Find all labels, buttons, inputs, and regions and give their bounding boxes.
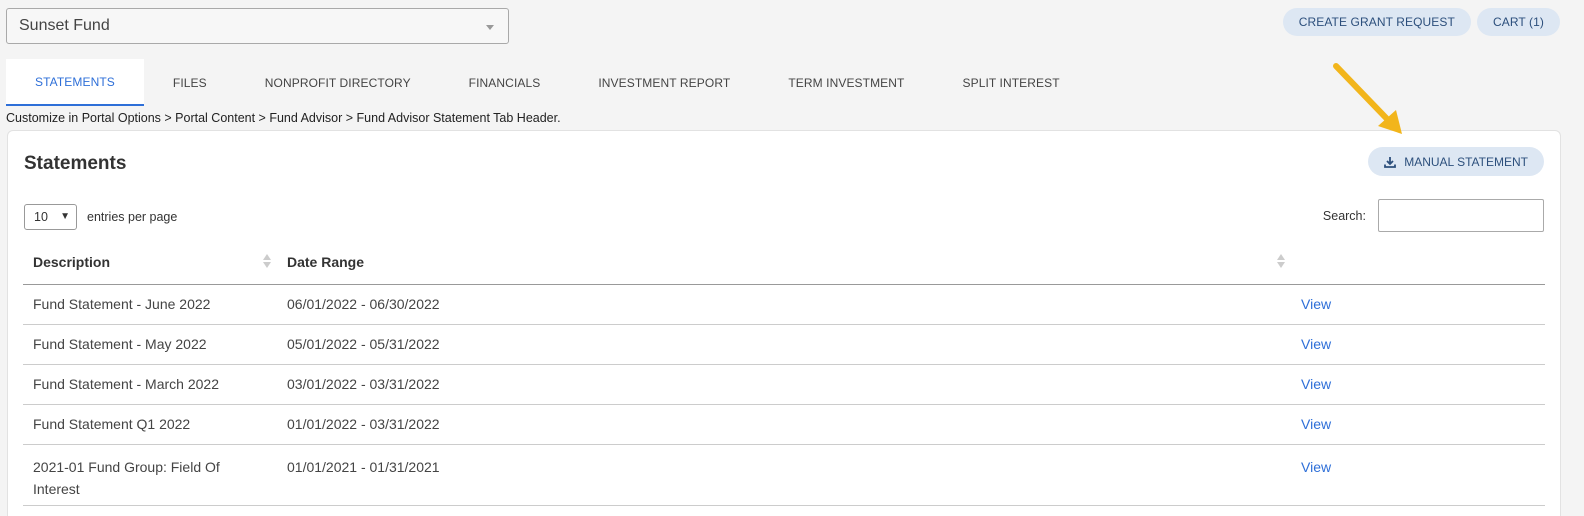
caret-down-icon — [486, 25, 494, 30]
view-link[interactable]: View — [1301, 459, 1331, 475]
table-row: Fund Statement - June 2022 06/01/2022 - … — [23, 284, 1545, 325]
annotation-arrow-icon — [1333, 63, 1402, 134]
cell-description: Fund Statement - March 2022 — [23, 364, 277, 405]
breadcrumb: Customize in Portal Options > Portal Con… — [6, 111, 561, 125]
manual-statement-label: MANUAL STATEMENT — [1404, 154, 1528, 169]
cell-description: Fund Statement - June 2022 — [23, 284, 277, 325]
page-title: Statements — [24, 153, 127, 174]
tab-statements[interactable]: STATEMENTS — [6, 59, 144, 106]
view-link[interactable]: View — [1301, 296, 1331, 312]
cell-description: Fund Statement - May 2022 — [23, 324, 277, 365]
sort-icon — [263, 254, 271, 268]
chevron-down-icon: ▼ — [60, 211, 70, 222]
fund-selector-value: Sunset Fund — [19, 17, 110, 34]
create-grant-request-button[interactable]: CREATE GRANT REQUEST — [1282, 8, 1471, 36]
view-link[interactable]: View — [1301, 336, 1331, 352]
column-header-date-range[interactable]: Date Range — [277, 240, 1291, 285]
search-area: Search: — [1323, 199, 1544, 232]
cell-date-range: 05/01/2022 - 05/31/2022 — [277, 324, 1291, 365]
statements-table: Description Date Range Fund Statement - … — [23, 240, 1545, 506]
fund-selector[interactable]: Sunset Fund — [6, 8, 509, 44]
manual-statement-button[interactable]: MANUAL STATEMENT — [1368, 147, 1544, 176]
entries-select[interactable]: 10 ▼ — [24, 204, 77, 230]
cell-date-range: 01/01/2021 - 01/31/2021 — [277, 444, 1291, 506]
table-row: Fund Statement - May 2022 05/01/2022 - 0… — [23, 324, 1545, 365]
sort-icon — [1277, 254, 1285, 268]
search-input[interactable] — [1378, 199, 1544, 232]
cell-description: 2021-01 Fund Group: Field Of Interest — [23, 444, 277, 506]
view-link[interactable]: View — [1301, 416, 1331, 432]
search-label: Search: — [1322, 208, 1366, 223]
entries-per-page: 10 ▼ entries per page — [24, 204, 177, 230]
tab-term-investment[interactable]: TERM INVESTMENT — [759, 59, 933, 106]
table-row: Fund Statement - March 2022 03/01/2022 -… — [23, 364, 1545, 405]
tab-bar: STATEMENTS FILES NONPROFIT DIRECTORY FIN… — [6, 59, 1089, 106]
tab-split-interest[interactable]: SPLIT INTEREST — [933, 59, 1088, 106]
tab-financials[interactable]: FINANCIALS — [440, 59, 570, 106]
table-row: Fund Statement Q1 2022 01/01/2022 - 03/3… — [23, 404, 1545, 445]
table-row: 2021-01 Fund Group: Field Of Interest 01… — [23, 444, 1545, 506]
cell-date-range: 01/01/2022 - 03/31/2022 — [277, 404, 1291, 445]
tab-investment-report[interactable]: INVESTMENT REPORT — [569, 59, 759, 106]
entries-label: entries per page — [87, 210, 178, 224]
cell-date-range: 06/01/2022 - 06/30/2022 — [277, 284, 1291, 325]
cell-description: Fund Statement Q1 2022 — [23, 404, 277, 445]
column-header-description[interactable]: Description — [23, 240, 277, 285]
table-header-row: Description Date Range — [23, 240, 1545, 285]
column-header-actions — [1291, 240, 1545, 285]
download-icon — [1384, 156, 1397, 168]
view-link[interactable]: View — [1301, 376, 1331, 392]
cart-button[interactable]: CART (1) — [1476, 8, 1560, 36]
tab-files[interactable]: FILES — [144, 59, 236, 106]
tab-nonprofit-directory[interactable]: NONPROFIT DIRECTORY — [236, 59, 440, 106]
entries-select-value: 10 — [34, 210, 48, 224]
top-actions: CREATE GRANT REQUEST CART (1) — [1282, 8, 1560, 36]
cell-date-range: 03/01/2022 - 03/31/2022 — [277, 364, 1291, 405]
